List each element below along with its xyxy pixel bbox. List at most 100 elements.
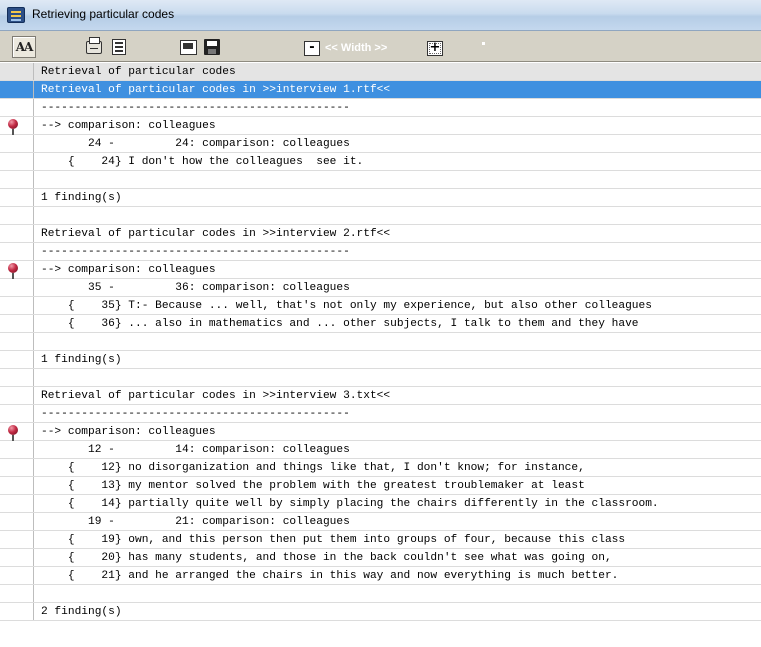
line-text: { 14} partially quite well by simply pla… <box>41 498 659 510</box>
plus-icon: + <box>429 40 441 55</box>
marker-column <box>0 351 34 368</box>
line-text: --> comparison: colleagues <box>41 264 216 276</box>
marker-column <box>0 261 34 279</box>
line-text: ----------------------------------------… <box>41 408 350 420</box>
marker-column <box>0 441 34 458</box>
marker-column <box>0 585 34 602</box>
increase-width-button[interactable]: + <box>427 41 443 56</box>
marker-column <box>0 279 34 296</box>
marker-column <box>0 297 34 314</box>
decrease-width-button[interactable]: - <box>304 41 320 56</box>
marker-column <box>0 531 34 548</box>
result-line[interactable]: --> comparison: colleagues <box>0 117 761 135</box>
result-line[interactable]: 12 - 14: comparison: colleagues <box>0 441 761 459</box>
result-line[interactable]: { 14} partially quite well by simply pla… <box>0 495 761 513</box>
result-line[interactable] <box>0 171 761 189</box>
marker-column <box>0 243 34 260</box>
save-button[interactable] <box>200 36 224 58</box>
result-line[interactable]: { 36} ... also in mathematics and ... ot… <box>0 315 761 333</box>
result-line[interactable]: { 12} no disorganization and things like… <box>0 459 761 477</box>
marker-column <box>0 225 34 242</box>
result-line[interactable]: Retrieval of particular codes in >>inter… <box>0 387 761 405</box>
line-text: ----------------------------------------… <box>41 102 350 114</box>
marker-column <box>0 117 34 135</box>
result-line[interactable]: { 19} own, and this person then put them… <box>0 531 761 549</box>
result-line[interactable]: Retrieval of particular codes in >>inter… <box>0 81 761 99</box>
result-line[interactable] <box>0 585 761 603</box>
marker-column <box>0 603 34 620</box>
line-text: 1 finding(s) <box>41 354 122 366</box>
marker-column <box>0 171 34 188</box>
result-line[interactable]: { 21} and he arranged the chairs in this… <box>0 567 761 585</box>
line-text: { 21} and he arranged the chairs in this… <box>41 570 619 582</box>
width-label: << Width >> <box>325 42 388 54</box>
font-button[interactable]: AA <box>12 36 36 58</box>
marker-column <box>0 63 34 80</box>
marker-column <box>0 387 34 404</box>
result-line[interactable]: --> comparison: colleagues <box>0 423 761 441</box>
monitor-icon <box>179 39 197 55</box>
toolbar: AA - << Width >> + <box>0 31 761 62</box>
result-line[interactable]: ----------------------------------------… <box>0 99 761 117</box>
result-line[interactable] <box>0 207 761 225</box>
marker-column <box>0 567 34 584</box>
page-setup-button[interactable] <box>107 36 131 58</box>
result-line[interactable]: ----------------------------------------… <box>0 243 761 261</box>
line-text: 24 - 24: comparison: colleagues <box>41 138 350 150</box>
marker-column <box>0 153 34 170</box>
line-text: { 36} ... also in mathematics and ... ot… <box>41 318 639 330</box>
marker-column <box>0 495 34 512</box>
marker-column <box>0 315 34 332</box>
result-line[interactable]: Retrieval of particular codes in >>inter… <box>0 225 761 243</box>
line-text: 35 - 36: comparison: colleagues <box>41 282 350 294</box>
result-line[interactable] <box>0 333 761 351</box>
line-text: { 20} has many students, and those in th… <box>41 552 612 564</box>
app-icon <box>7 7 25 23</box>
line-text: { 24} I don't how the colleagues see it. <box>41 156 364 168</box>
line-text: 12 - 14: comparison: colleagues <box>41 444 350 456</box>
title-bar: Retrieving particular codes <box>0 0 761 31</box>
line-text: --> comparison: colleagues <box>41 120 216 132</box>
code-marker-icon[interactable] <box>8 263 18 279</box>
window-title: Retrieving particular codes <box>32 7 175 21</box>
result-line[interactable] <box>0 369 761 387</box>
result-line[interactable]: { 35} T:- Because ... well, that's not o… <box>0 297 761 315</box>
marker-column <box>0 189 34 206</box>
result-line[interactable]: --> comparison: colleagues <box>0 261 761 279</box>
result-line[interactable]: 2 finding(s) <box>0 603 761 621</box>
result-line[interactable]: 24 - 24: comparison: colleagues <box>0 135 761 153</box>
marker-column <box>0 135 34 152</box>
line-text: 19 - 21: comparison: colleagues <box>41 516 350 528</box>
line-text: { 19} own, and this person then put them… <box>41 534 626 546</box>
result-line[interactable]: Retrieval of particular codes <box>0 63 761 81</box>
marker-column <box>0 207 34 224</box>
result-line[interactable]: { 13} my mentor solved the problem with … <box>0 477 761 495</box>
line-text: { 12} no disorganization and things like… <box>41 462 585 474</box>
result-line[interactable]: { 20} has many students, and those in th… <box>0 549 761 567</box>
marker-column <box>0 459 34 476</box>
print-button[interactable] <box>82 36 106 58</box>
line-text: { 13} my mentor solved the problem with … <box>41 480 585 492</box>
marker-column <box>0 333 34 350</box>
line-text: ----------------------------------------… <box>41 246 350 258</box>
result-line[interactable]: ----------------------------------------… <box>0 405 761 423</box>
preview-button[interactable] <box>176 36 200 58</box>
result-line[interactable]: 1 finding(s) <box>0 351 761 369</box>
result-line[interactable]: 35 - 36: comparison: colleagues <box>0 279 761 297</box>
font-icon: AA <box>15 40 34 54</box>
marker-column <box>0 513 34 530</box>
code-marker-icon[interactable] <box>8 425 18 441</box>
result-line[interactable]: 19 - 21: comparison: colleagues <box>0 513 761 531</box>
results-list[interactable]: Retrieval of particular codes Retrieval o… <box>0 63 761 647</box>
line-text: Retrieval of particular codes in >>inter… <box>41 84 391 96</box>
result-line[interactable]: { 24} I don't how the colleagues see it. <box>0 153 761 171</box>
marker-column <box>0 405 34 422</box>
marker-column <box>0 549 34 566</box>
line-text: Retrieval of particular codes <box>41 66 236 78</box>
save-icon <box>204 39 220 55</box>
result-line[interactable]: 1 finding(s) <box>0 189 761 207</box>
line-text: --> comparison: colleagues <box>41 426 216 438</box>
code-marker-icon[interactable] <box>8 119 18 135</box>
marker-column <box>0 81 34 98</box>
marker-column <box>0 99 34 116</box>
